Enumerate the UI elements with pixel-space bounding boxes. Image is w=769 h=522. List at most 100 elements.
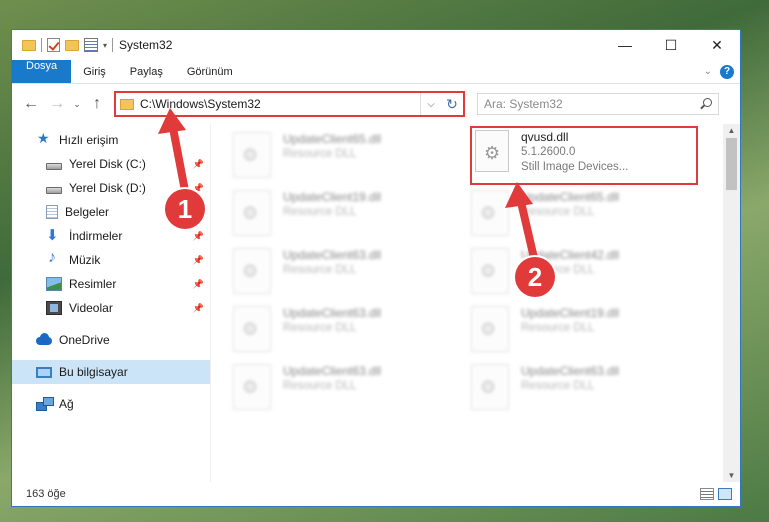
address-path[interactable]: C:\Windows\System32 <box>140 97 261 111</box>
sidebar-item-onedrive[interactable]: OneDrive <box>12 328 210 352</box>
minimize-button[interactable]: — <box>602 30 648 60</box>
tab-file[interactable]: Dosya <box>12 60 72 83</box>
file-meta: Resource DLL <box>521 322 595 334</box>
file-list: UpdateClient65.dll Resource DLL UpdateCli… <box>210 124 740 482</box>
list-item[interactable]: UpdateClient19.dll Resource DLL <box>233 186 471 244</box>
up-button[interactable]: ↑ <box>84 95 110 113</box>
tab-view[interactable]: Görünüm <box>175 60 245 83</box>
sidebar-item-videos[interactable]: Videolar 📌 <box>12 296 210 320</box>
search-input[interactable]: Ara: System32 <box>484 97 563 111</box>
sidebar-item-label: Müzik <box>69 253 101 267</box>
quick-access-toolbar: ▾ <box>22 38 114 52</box>
file-meta: Resource DLL <box>521 380 595 392</box>
list-item[interactable]: UpdateClient63.dll Resource DLL <box>233 244 471 302</box>
list-item[interactable]: UpdateClient65.dll Resource DLL <box>471 186 709 244</box>
scrollbar-thumb[interactable] <box>726 138 737 190</box>
divider <box>41 38 42 52</box>
sidebar-item-local-disk-c[interactable]: Yerel Disk (C:) 📌 <box>12 152 210 176</box>
dll-file-icon <box>233 364 271 410</box>
navigation-pane: Hızlı erişim Yerel Disk (C:) 📌 Yerel Dis… <box>12 124 210 482</box>
dll-file-icon <box>233 306 271 352</box>
cloud-icon <box>36 333 52 347</box>
address-dropdown-button[interactable]: ⌵ <box>421 99 441 110</box>
file-meta: Resource DLL <box>521 206 595 218</box>
search-icon[interactable] <box>700 98 712 110</box>
step-2-badge: 2 <box>515 257 555 297</box>
back-button[interactable]: ← <box>18 95 44 113</box>
maximize-button[interactable]: ☐ <box>648 30 694 60</box>
sidebar-item-network[interactable]: Ağ <box>12 392 210 416</box>
computer-icon <box>36 366 52 378</box>
list-item[interactable]: UpdateClient63.dll Resource DLL <box>233 360 471 418</box>
scroll-up-icon[interactable]: ▲ <box>723 126 740 135</box>
title-bar: ▾ System32 — ☐ ✕ <box>12 30 740 60</box>
videos-icon <box>46 301 62 315</box>
file-meta: Resource DLL <box>283 380 357 392</box>
sidebar-item-music[interactable]: Müzik 📌 <box>12 248 210 272</box>
dll-file-icon <box>471 190 509 236</box>
file-name: UpdateClient63.dll <box>521 364 620 378</box>
pin-icon: 📌 <box>192 302 204 313</box>
list-item[interactable]: UpdateClient65.dll Resource DLL <box>233 128 471 186</box>
sidebar-item-label: Belgeler <box>65 205 110 219</box>
list-item[interactable]: UpdateClient63.dll Resource DLL <box>471 360 709 418</box>
pictures-icon <box>46 277 62 291</box>
expand-ribbon-icon[interactable]: ⌄ <box>704 66 712 77</box>
dll-file-icon <box>233 132 271 178</box>
qa-dropdown-icon[interactable]: ▾ <box>103 41 107 50</box>
sidebar-item-label: Hızlı erişim <box>59 133 119 147</box>
help-icon[interactable]: ? <box>720 64 734 79</box>
tab-home[interactable]: Giriş <box>71 60 118 83</box>
file-name: UpdateClient65.dll <box>283 132 382 146</box>
star-icon <box>36 130 52 147</box>
window-title: System32 <box>119 38 173 52</box>
sidebar-item-label: Yerel Disk (C:) <box>69 157 146 171</box>
new-folder-icon[interactable] <box>65 39 79 51</box>
divider <box>112 38 114 52</box>
properties-check-icon[interactable] <box>47 38 60 52</box>
forward-button[interactable]: → <box>44 95 70 113</box>
status-bar: 163 öğe <box>12 482 740 506</box>
address-bar[interactable]: C:\Windows\System32 ⌵ ↻ <box>114 91 465 117</box>
sidebar-item-pictures[interactable]: Resimler 📌 <box>12 272 210 296</box>
list-item[interactable]: UpdateClient19.dll Resource DLL <box>471 302 709 360</box>
file-explorer-window: ▾ System32 — ☐ ✕ Dosya Giriş Paylaş Görü… <box>11 29 741 507</box>
folder-icon <box>120 98 134 110</box>
file-meta: Resource DLL <box>283 206 357 218</box>
file-name: UpdateClient65.dll <box>521 190 620 204</box>
ribbon-right: ⌄ ? <box>704 60 740 83</box>
scroll-down-icon[interactable]: ▼ <box>723 471 740 480</box>
sidebar-item-label: Bu bilgisayar <box>59 365 128 379</box>
details-view-icon[interactable] <box>700 488 714 500</box>
network-icon <box>36 397 54 411</box>
address-field[interactable]: C:\Windows\System32 <box>116 93 421 115</box>
sidebar-item-quick-access[interactable]: Hızlı erişim <box>12 128 210 152</box>
file-name: UpdateClient63.dll <box>283 364 382 378</box>
pin-icon: 📌 <box>192 254 204 265</box>
vertical-scrollbar[interactable]: ▲ ▼ <box>723 124 740 482</box>
sidebar-item-label: İndirmeler <box>69 229 123 243</box>
list-item[interactable]: UpdateClient42.dllResource DLL <box>471 244 709 302</box>
refresh-button[interactable]: ↻ <box>441 96 463 113</box>
sidebar-item-label: Resimler <box>69 277 117 291</box>
file-name: UpdateClient63.dll <box>283 306 382 320</box>
tab-share[interactable]: Paylaş <box>118 60 175 83</box>
tiles-view-icon[interactable] <box>718 488 732 500</box>
customize-icon[interactable] <box>84 38 98 52</box>
close-button[interactable]: ✕ <box>694 30 740 60</box>
file-name: UpdateClient19.dll <box>521 306 620 320</box>
file-highlight-box <box>470 126 698 185</box>
folder-icon <box>22 39 36 51</box>
list-item[interactable]: UpdateClient63.dll Resource DLL <box>233 302 471 360</box>
item-count: 163 öğe <box>26 488 66 500</box>
dll-file-icon <box>471 306 509 352</box>
search-box[interactable]: Ara: System32 <box>477 93 719 115</box>
file-meta: Resource DLL <box>283 148 357 160</box>
pin-icon: 📌 <box>192 278 204 289</box>
recent-locations-button[interactable]: ⌄ <box>70 99 84 110</box>
drive-icon <box>46 186 62 194</box>
pin-icon: 📌 <box>192 230 204 241</box>
view-switcher <box>700 488 740 500</box>
pin-icon: 📌 <box>192 158 204 169</box>
sidebar-item-this-pc[interactable]: Bu bilgisayar <box>12 360 210 384</box>
